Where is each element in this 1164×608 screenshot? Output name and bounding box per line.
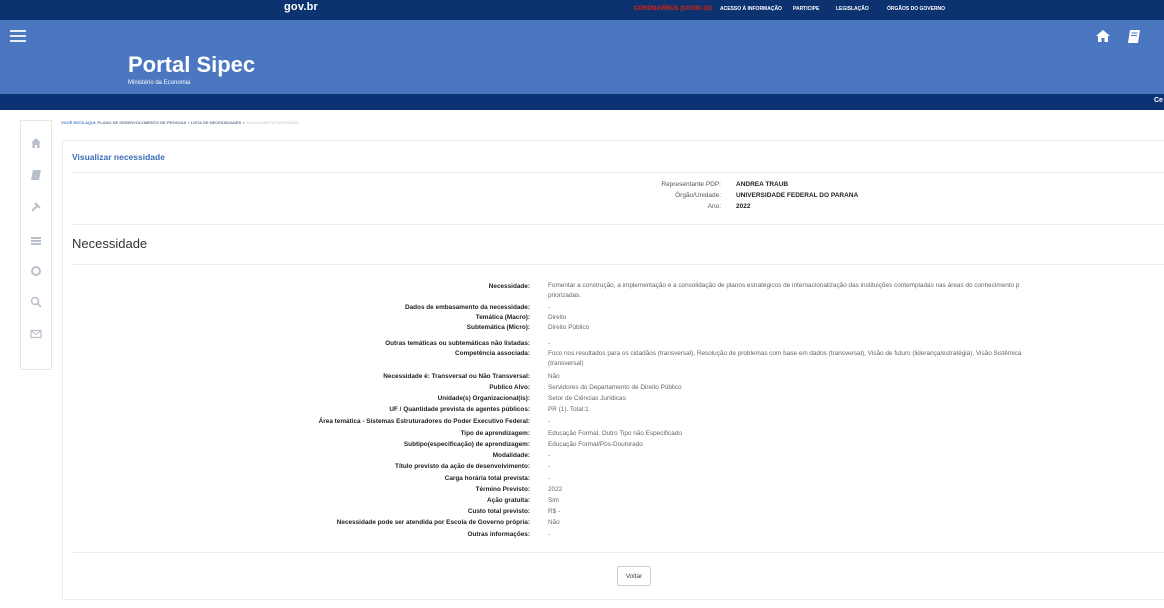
row-value: Não	[548, 373, 560, 380]
row-value: Sim	[548, 497, 560, 504]
row-label: Término Previsto:	[475, 486, 530, 493]
list-icon[interactable]	[30, 235, 42, 247]
divider	[72, 264, 1164, 265]
row-label: Competência associada:	[455, 350, 530, 357]
menu-icon[interactable]	[10, 30, 26, 42]
acesso-informacao-link[interactable]: ACESSO À INFORMAÇÃO	[720, 6, 782, 12]
divider	[72, 224, 1164, 225]
breadcrumb-item-lista[interactable]: LISTA DE NECESSIDADES	[191, 120, 241, 125]
row-value: Direito	[548, 314, 567, 321]
orgaos-governo-link[interactable]: ÓRGÃOS DO GOVERNO	[887, 6, 945, 12]
row-label: Necessidade pode ser atendida por Escola…	[336, 519, 530, 526]
info-value: ANDREA TRAUB	[736, 181, 789, 188]
govbr-bar: gov.br CORONAVÍRUS (COVID-19) ACESSO À I…	[0, 0, 1164, 20]
book-icon[interactable]	[30, 169, 42, 181]
row-label: Necessidade:	[488, 283, 530, 290]
header-subbar: Ce	[0, 94, 1164, 110]
govbr-logo[interactable]: gov.br	[284, 1, 318, 13]
row-value: R$ -	[548, 508, 561, 515]
info-value: UNIVERSIDADE FEDERAL DO PARANA	[736, 192, 859, 199]
gear-icon[interactable]	[30, 265, 42, 277]
row-value: Direito Público	[548, 324, 590, 331]
breadcrumb-prefix: VOCÊ ESTÁ AQUI:	[61, 120, 97, 125]
mail-icon[interactable]	[30, 328, 42, 340]
section-title: Necessidade	[72, 236, 148, 251]
tools-icon[interactable]	[30, 201, 42, 213]
breadcrumb-separator: »	[242, 120, 245, 125]
page-title: Visualizar necessidade	[72, 152, 165, 162]
breadcrumb-item-current: VISUALIZAR NECESSIDADE	[245, 120, 299, 125]
row-label: Área temática - Sistemas Estruturadores …	[318, 418, 530, 425]
row-value-continued: priorizadas.	[548, 292, 582, 299]
breadcrumb-separator: »	[187, 120, 190, 125]
row-label: Outras temáticas ou subtemáticas não lis…	[385, 340, 530, 347]
info-label: Ano:	[707, 203, 721, 210]
legislacao-link[interactable]: LEGISLAÇÃO	[836, 6, 869, 12]
portal-title[interactable]: Portal Sipec	[128, 52, 255, 78]
row-label: Dados de embasamento da necessidade:	[404, 304, 530, 311]
row-value: Foco nos resultados para os cidadãos (tr…	[548, 350, 1022, 357]
back-button[interactable]: Voltar	[617, 566, 651, 586]
info-label: Representante PDP:	[661, 181, 721, 188]
row-label: Subtemática (Micro):	[466, 324, 530, 331]
row-value: -	[548, 475, 551, 482]
left-sidebar	[20, 120, 52, 370]
portal-subtitle: Ministério da Economia	[128, 80, 191, 86]
home-icon[interactable]	[30, 137, 42, 149]
row-value: Educação Formal, Outro Tipo não Especifi…	[548, 430, 682, 437]
row-label: UF / Quantidade prevista de agentes públ…	[389, 406, 530, 413]
covid-link[interactable]: CORONAVÍRUS (COVID-19)	[634, 6, 712, 12]
row-value: Educação Formal/Pós-Doutorado	[548, 441, 643, 448]
row-label: Custo total previsto:	[467, 508, 530, 515]
portal-header: Portal Sipec Ministério da Economia	[0, 20, 1164, 94]
row-value: 2022	[548, 486, 563, 493]
row-label: Outras informações:	[467, 531, 530, 538]
row-value: Servidores do Departamento de Direito Pú…	[548, 384, 682, 391]
row-label: Unidade(s) Organizacional(is):	[437, 395, 530, 402]
row-label: Carga horária total prevista:	[444, 475, 530, 482]
row-label: Ação gratuita:	[487, 497, 530, 504]
participe-link[interactable]: PARTICIPE	[793, 6, 819, 12]
row-value: -	[548, 304, 551, 311]
info-label: Órgão/Unidade:	[675, 192, 721, 199]
row-label: Necessidade é: Transversal ou Não Transv…	[383, 373, 530, 380]
row-value: Setor de Ciências Jurídicas	[548, 395, 626, 402]
breadcrumb: VOCÊ ESTÁ AQUI: PLANO DE DESENVOLVIMENTO…	[61, 120, 299, 125]
row-value: -	[548, 531, 551, 538]
row-label: Tipo de aprendizagem:	[460, 430, 530, 437]
row-label: Subtipo(especificação) de aprendizagem:	[403, 441, 530, 448]
row-value: PR (1). Total:1	[548, 406, 589, 413]
subbar-text[interactable]: Ce	[1154, 97, 1163, 104]
divider	[72, 172, 1164, 173]
breadcrumb-item-pdp[interactable]: PLANO DE DESENVOLVIMENTO DE PESSOAS	[98, 120, 187, 125]
divider	[72, 552, 1164, 553]
row-label: Publico Alvo:	[489, 384, 530, 391]
row-value: Não	[548, 519, 560, 526]
row-label: Modalidade:	[492, 452, 530, 459]
search-icon[interactable]	[30, 296, 42, 308]
row-value: Fomentar a construção, a implementação e…	[548, 282, 1020, 289]
row-label: Temática (Macro):	[475, 314, 530, 321]
row-value: -	[548, 340, 551, 347]
row-value: -	[548, 418, 551, 425]
book-icon[interactable]	[1128, 30, 1140, 43]
row-value: -	[548, 452, 551, 459]
row-value-continued: (transversal)	[548, 360, 584, 367]
home-icon[interactable]	[1096, 30, 1110, 42]
info-value: 2022	[736, 203, 751, 210]
row-value: -	[548, 463, 551, 470]
row-label: Título previsto da ação de desenvolvimen…	[395, 463, 530, 470]
